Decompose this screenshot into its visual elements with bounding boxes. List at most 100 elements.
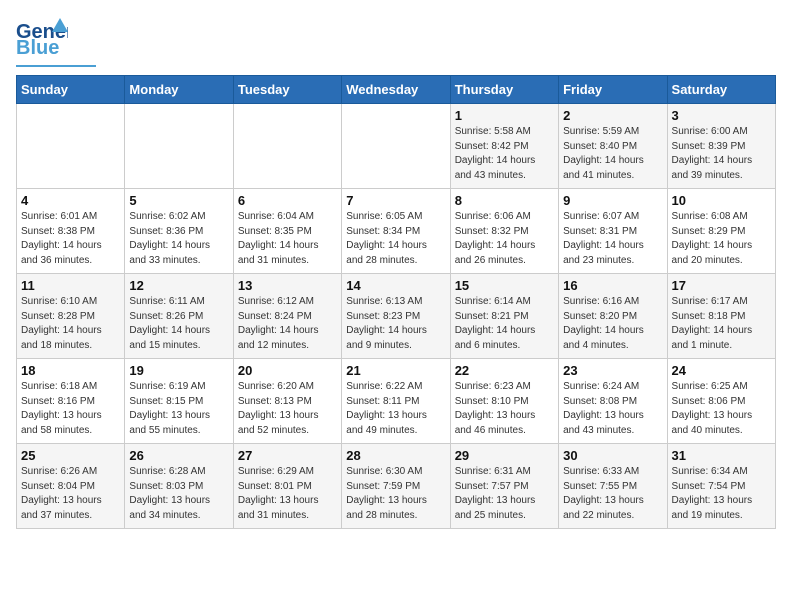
day-info: Sunrise: 6:18 AM Sunset: 8:16 PM Dayligh… [21, 380, 120, 438]
page-header: General Blue [16, 16, 776, 67]
day-info: Sunrise: 6:02 AM Sunset: 8:36 PM Dayligh… [129, 210, 228, 268]
calendar-cell: 11 Sunrise: 6:10 AM Sunset: 8:28 PM Dayli… [17, 274, 125, 359]
day-number: 18 [21, 363, 120, 378]
calendar-cell: 10Sunrise: 6:08 AM Sunset: 8:29 PM Dayli… [667, 189, 775, 274]
calendar-cell: 18 Sunrise: 6:18 AM Sunset: 8:16 PM Dayli… [17, 359, 125, 444]
day-number: 16 [563, 278, 662, 293]
day-number: 15 [455, 278, 554, 293]
calendar-cell: 2 Sunrise: 5:59 AM Sunset: 8:40 PM Daylig… [559, 104, 667, 189]
day-number: 19 [129, 363, 228, 378]
day-number: 13 [238, 278, 337, 293]
day-info: Sunrise: 6:34 AM Sunset: 7:54 PM Dayligh… [672, 465, 771, 523]
calendar-cell: 31 Sunrise: 6:34 AM Sunset: 7:54 PM Dayli… [667, 444, 775, 529]
calendar-cell: 4 Sunrise: 6:01 AM Sunset: 8:38 PM Daylig… [17, 189, 125, 274]
calendar-cell: 7Sunrise: 6:05 AM Sunset: 8:34 PM Daylig… [342, 189, 450, 274]
weekday-header-friday: Friday [559, 76, 667, 104]
day-info: Sunrise: 6:06 AM Sunset: 8:32 PM Dayligh… [455, 210, 554, 268]
day-number: 17 [672, 278, 771, 293]
day-info: Sunrise: 6:30 AM Sunset: 7:59 PM Dayligh… [346, 465, 445, 523]
calendar-cell: 23 Sunrise: 6:24 AM Sunset: 8:08 PM Dayli… [559, 359, 667, 444]
day-info: Sunrise: 6:20 AM Sunset: 8:13 PM Dayligh… [238, 380, 337, 438]
calendar-header-row: SundayMondayTuesdayWednesdayThursdayFrid… [17, 76, 776, 104]
calendar-week-2: 4 Sunrise: 6:01 AM Sunset: 8:38 PM Daylig… [17, 189, 776, 274]
calendar-cell [17, 104, 125, 189]
calendar-cell: 29 Sunrise: 6:31 AM Sunset: 7:57 PM Dayli… [450, 444, 558, 529]
calendar-cell: 20Sunrise: 6:20 AM Sunset: 8:13 PM Dayli… [233, 359, 341, 444]
weekday-header-sunday: Sunday [17, 76, 125, 104]
day-number: 11 [21, 278, 120, 293]
day-number: 29 [455, 448, 554, 463]
day-number: 31 [672, 448, 771, 463]
calendar-cell: 15 Sunrise: 6:14 AM Sunset: 8:21 PM Dayli… [450, 274, 558, 359]
day-info: Sunrise: 6:10 AM Sunset: 8:28 PM Dayligh… [21, 295, 120, 353]
calendar-cell: 25Sunrise: 6:26 AM Sunset: 8:04 PM Dayli… [17, 444, 125, 529]
weekday-header-tuesday: Tuesday [233, 76, 341, 104]
day-number: 28 [346, 448, 445, 463]
calendar-week-1: 1Sunrise: 5:58 AM Sunset: 8:42 PM Daylig… [17, 104, 776, 189]
day-info: Sunrise: 5:59 AM Sunset: 8:40 PM Dayligh… [563, 125, 662, 183]
day-info: Sunrise: 6:31 AM Sunset: 7:57 PM Dayligh… [455, 465, 554, 523]
calendar-cell [342, 104, 450, 189]
day-info: Sunrise: 6:13 AM Sunset: 8:23 PM Dayligh… [346, 295, 445, 353]
day-number: 22 [455, 363, 554, 378]
weekday-header-monday: Monday [125, 76, 233, 104]
calendar-week-4: 18 Sunrise: 6:18 AM Sunset: 8:16 PM Dayli… [17, 359, 776, 444]
day-info: Sunrise: 6:33 AM Sunset: 7:55 PM Dayligh… [563, 465, 662, 523]
calendar-week-3: 11 Sunrise: 6:10 AM Sunset: 8:28 PM Dayli… [17, 274, 776, 359]
weekday-header-thursday: Thursday [450, 76, 558, 104]
day-info: Sunrise: 6:23 AM Sunset: 8:10 PM Dayligh… [455, 380, 554, 438]
day-info: Sunrise: 6:28 AM Sunset: 8:03 PM Dayligh… [129, 465, 228, 523]
day-info: Sunrise: 6:01 AM Sunset: 8:38 PM Dayligh… [21, 210, 120, 268]
calendar-cell: 14 Sunrise: 6:13 AM Sunset: 8:23 PM Dayli… [342, 274, 450, 359]
calendar-body: 1Sunrise: 5:58 AM Sunset: 8:42 PM Daylig… [17, 104, 776, 529]
day-info: Sunrise: 6:00 AM Sunset: 8:39 PM Dayligh… [672, 125, 771, 183]
calendar-cell: 8 Sunrise: 6:06 AM Sunset: 8:32 PM Daylig… [450, 189, 558, 274]
calendar-table: SundayMondayTuesdayWednesdayThursdayFrid… [16, 75, 776, 529]
day-info: Sunrise: 6:29 AM Sunset: 8:01 PM Dayligh… [238, 465, 337, 523]
day-number: 23 [563, 363, 662, 378]
day-info: Sunrise: 6:24 AM Sunset: 8:08 PM Dayligh… [563, 380, 662, 438]
day-number: 30 [563, 448, 662, 463]
logo: General Blue [16, 16, 96, 67]
day-number: 12 [129, 278, 228, 293]
weekday-header-saturday: Saturday [667, 76, 775, 104]
calendar-cell: 9Sunrise: 6:07 AM Sunset: 8:31 PM Daylig… [559, 189, 667, 274]
day-number: 26 [129, 448, 228, 463]
weekday-header-wednesday: Wednesday [342, 76, 450, 104]
day-number: 6 [238, 193, 337, 208]
day-info: Sunrise: 5:58 AM Sunset: 8:42 PM Dayligh… [455, 125, 554, 183]
calendar-cell: 26 Sunrise: 6:28 AM Sunset: 8:03 PM Dayli… [125, 444, 233, 529]
calendar-cell: 13 Sunrise: 6:12 AM Sunset: 8:24 PM Dayli… [233, 274, 341, 359]
calendar-cell: 24 Sunrise: 6:25 AM Sunset: 8:06 PM Dayli… [667, 359, 775, 444]
day-info: Sunrise: 6:12 AM Sunset: 8:24 PM Dayligh… [238, 295, 337, 353]
day-number: 21 [346, 363, 445, 378]
day-info: Sunrise: 6:25 AM Sunset: 8:06 PM Dayligh… [672, 380, 771, 438]
calendar-cell: 22 Sunrise: 6:23 AM Sunset: 8:10 PM Dayli… [450, 359, 558, 444]
calendar-cell: 21 Sunrise: 6:22 AM Sunset: 8:11 PM Dayli… [342, 359, 450, 444]
day-number: 14 [346, 278, 445, 293]
calendar-cell: 27 Sunrise: 6:29 AM Sunset: 8:01 PM Dayli… [233, 444, 341, 529]
day-info: Sunrise: 6:08 AM Sunset: 8:29 PM Dayligh… [672, 210, 771, 268]
day-number: 25 [21, 448, 120, 463]
day-number: 9 [563, 193, 662, 208]
day-number: 5 [129, 193, 228, 208]
calendar-cell: 30 Sunrise: 6:33 AM Sunset: 7:55 PM Dayli… [559, 444, 667, 529]
day-number: 27 [238, 448, 337, 463]
calendar-cell: 28 Sunrise: 6:30 AM Sunset: 7:59 PM Dayli… [342, 444, 450, 529]
calendar-cell: 12Sunrise: 6:11 AM Sunset: 8:26 PM Dayli… [125, 274, 233, 359]
day-info: Sunrise: 6:14 AM Sunset: 8:21 PM Dayligh… [455, 295, 554, 353]
logo-line [16, 65, 96, 67]
day-info: Sunrise: 6:04 AM Sunset: 8:35 PM Dayligh… [238, 210, 337, 268]
svg-text:Blue: Blue [16, 37, 59, 58]
day-number: 4 [21, 193, 120, 208]
day-info: Sunrise: 6:19 AM Sunset: 8:15 PM Dayligh… [129, 380, 228, 438]
calendar-cell: 6 Sunrise: 6:04 AM Sunset: 8:35 PM Daylig… [233, 189, 341, 274]
day-number: 3 [672, 108, 771, 123]
day-number: 8 [455, 193, 554, 208]
day-info: Sunrise: 6:22 AM Sunset: 8:11 PM Dayligh… [346, 380, 445, 438]
day-number: 2 [563, 108, 662, 123]
calendar-week-5: 25Sunrise: 6:26 AM Sunset: 8:04 PM Dayli… [17, 444, 776, 529]
calendar-cell: 1Sunrise: 5:58 AM Sunset: 8:42 PM Daylig… [450, 104, 558, 189]
day-number: 7 [346, 193, 445, 208]
day-number: 24 [672, 363, 771, 378]
